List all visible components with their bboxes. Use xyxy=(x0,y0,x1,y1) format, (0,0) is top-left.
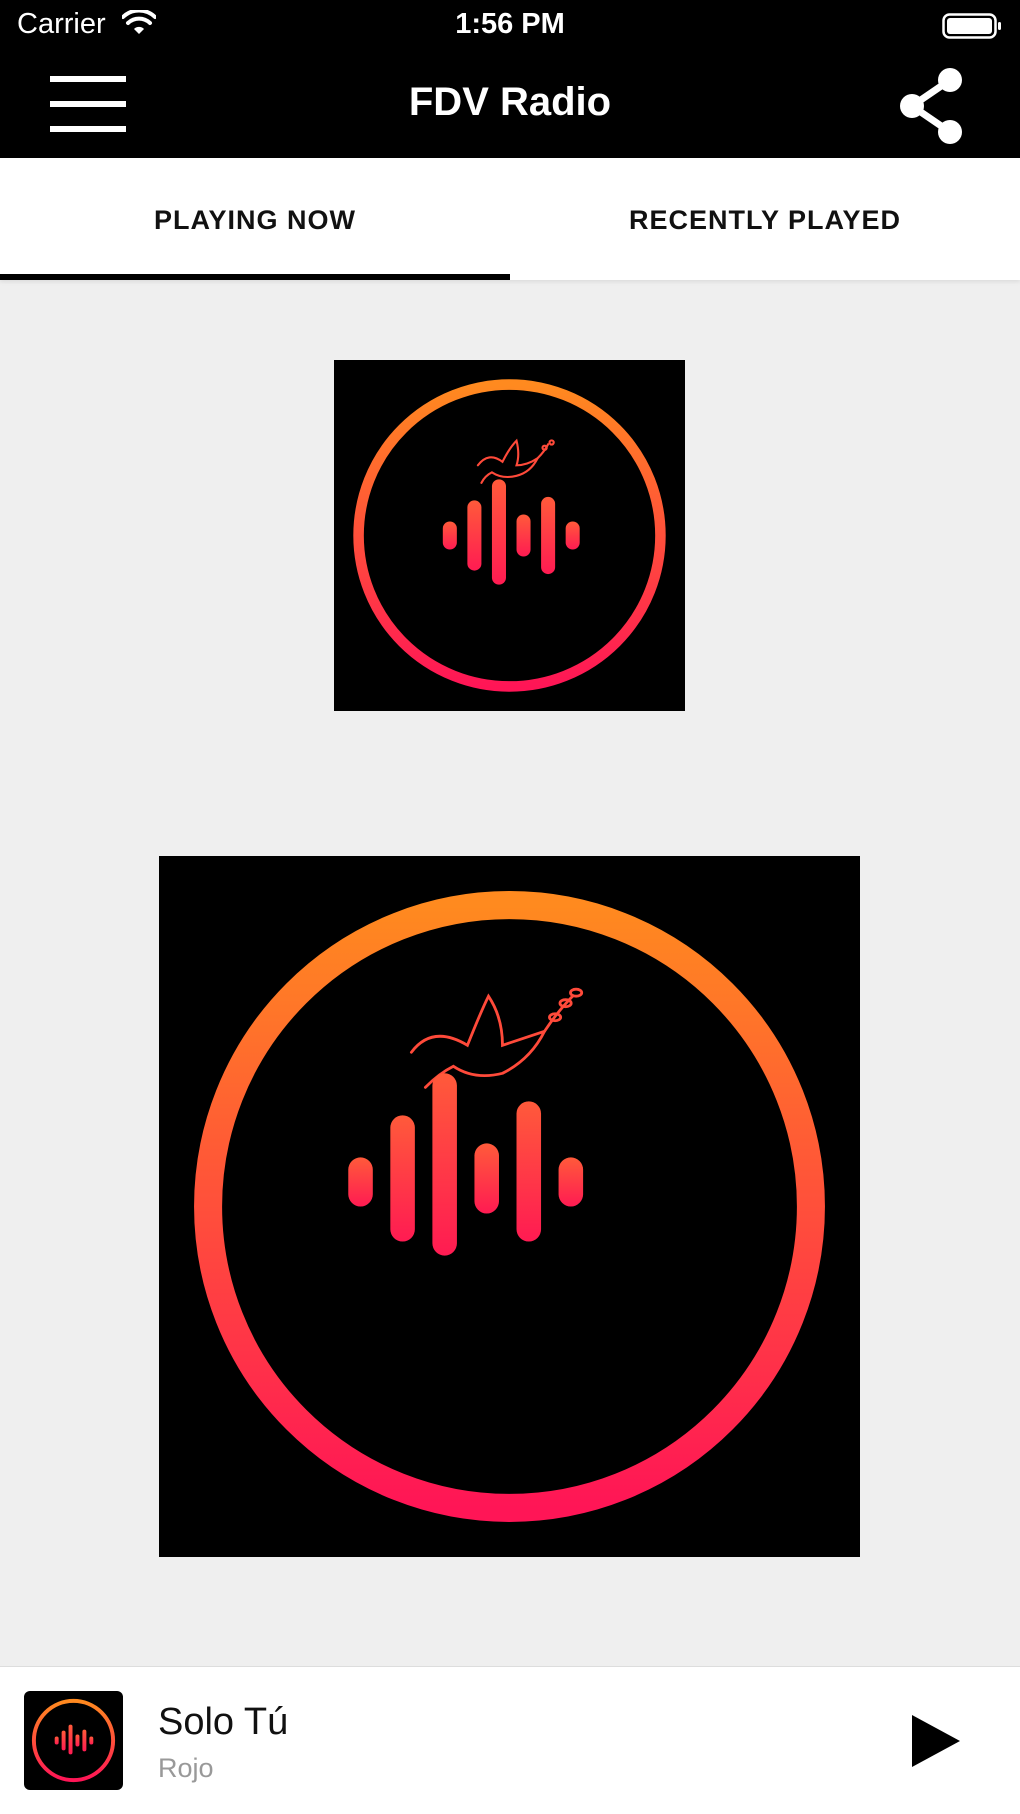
mini-player[interactable]: Solo Tú Rojo xyxy=(0,1666,1020,1814)
active-tab-indicator xyxy=(0,274,510,280)
track-title: Solo Tú xyxy=(158,1701,289,1743)
nav-bar: FDV Radio xyxy=(0,52,1020,158)
now-playing-artwork xyxy=(159,856,860,1557)
tab-bar: PLAYING NOW RECENTLY PLAYED xyxy=(0,158,1020,280)
dove-icon xyxy=(476,438,555,484)
battery-icon xyxy=(942,13,1001,39)
tab-playing-now-label: PLAYING NOW xyxy=(153,205,357,235)
tab-recently-played[interactable]: RECENTLY PLAYED xyxy=(510,158,1020,280)
station-logo-artwork xyxy=(334,360,685,711)
status-time: 1:56 PM xyxy=(455,8,565,40)
mini-player-artwork xyxy=(24,1691,123,1790)
track-artist: Rojo xyxy=(158,1753,214,1783)
logo-graphic xyxy=(353,379,666,692)
status-bar: Carrier 1:56 PM xyxy=(0,0,1020,52)
play-icon[interactable] xyxy=(904,1711,964,1771)
tab-recently-played-label: RECENTLY PLAYED xyxy=(628,205,902,235)
dove-icon xyxy=(409,987,584,1089)
share-icon[interactable] xyxy=(892,66,972,146)
app-title: FDV Radio xyxy=(408,80,612,124)
artwork-graphic xyxy=(194,891,825,1522)
tab-playing-now[interactable]: PLAYING NOW xyxy=(0,158,510,280)
